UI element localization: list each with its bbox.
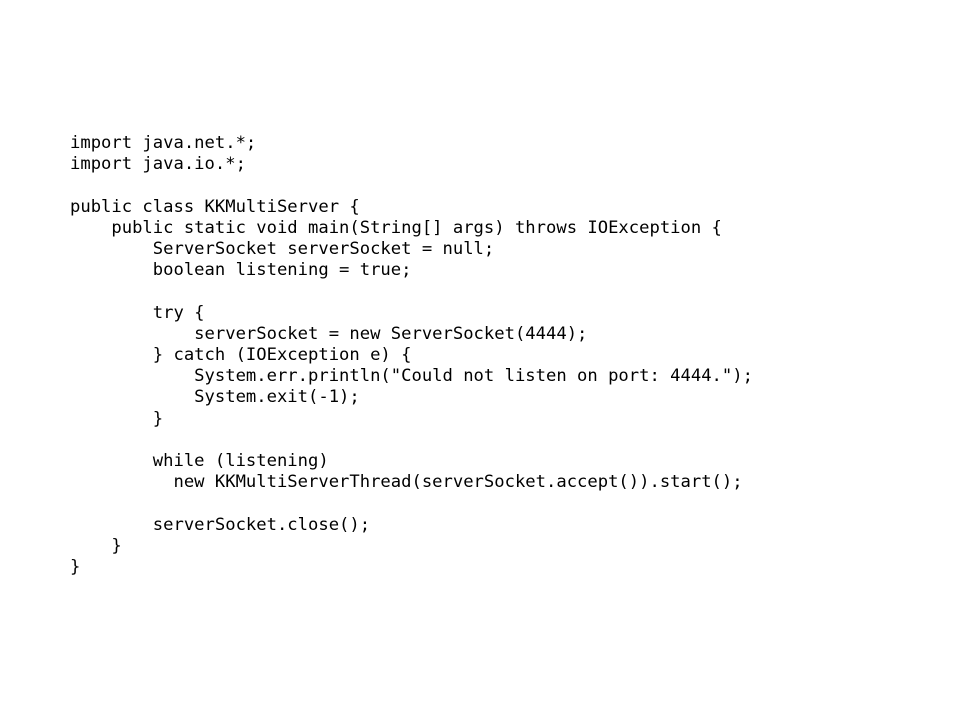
code-line: new KKMultiServerThread(serverSocket.acc… [70, 472, 743, 493]
code-line: try { [70, 302, 205, 323]
code-listing: import java.net.*; import java.io.*; publi… [70, 133, 753, 578]
code-line: System.exit(-1); [70, 387, 360, 408]
slide-canvas: import java.net.*; import java.io.*; publi… [0, 0, 960, 720]
code-line: } catch (IOException e) { [70, 345, 412, 365]
code-line: boolean listening = true; [70, 260, 412, 281]
code-line: import java.io.*; [70, 154, 246, 175]
code-line: serverSocket.close(); [70, 514, 371, 535]
code-line: } [70, 557, 81, 577]
code-line: System.err.println("Could not listen on … [70, 366, 753, 387]
code-line: while (listening) [70, 451, 329, 471]
code-line: ServerSocket serverSocket = null; [70, 239, 495, 259]
code-line: } [70, 408, 164, 429]
code-line: } [70, 535, 122, 556]
code-line: public static void main(String[] args) t… [70, 217, 722, 238]
code-line: public class KKMultiServer { [70, 196, 360, 217]
code-line: import java.net.*; [70, 133, 257, 153]
code-line: serverSocket = new ServerSocket(4444); [70, 323, 588, 344]
